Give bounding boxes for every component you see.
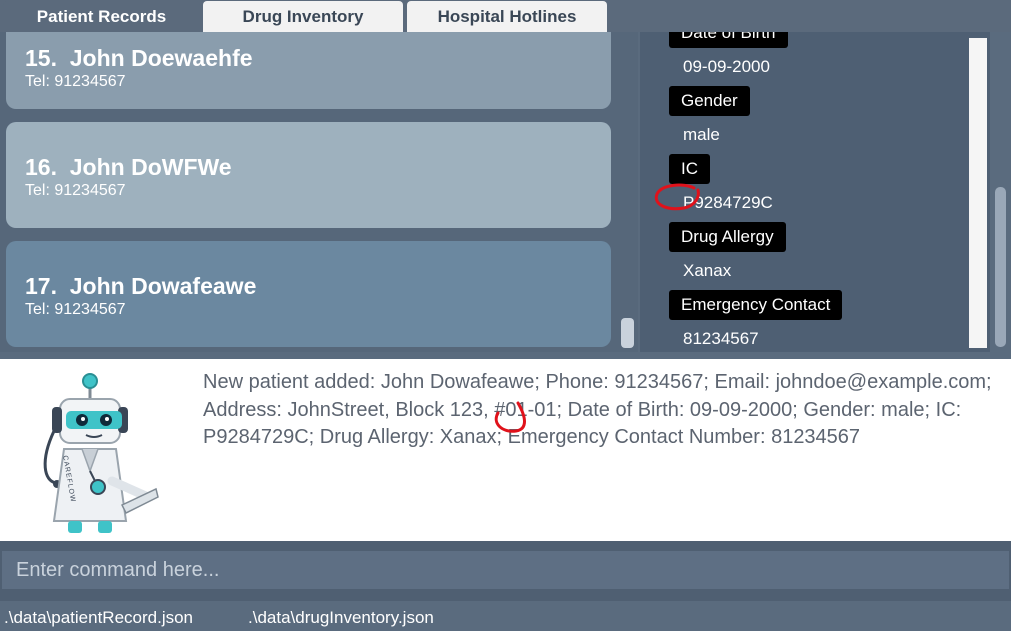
gender-tag: Gender — [669, 86, 750, 116]
patient-tel: Tel: 91234567 — [25, 73, 126, 90]
list-scrollbar[interactable] — [621, 318, 634, 348]
command-input[interactable] — [2, 551, 1009, 589]
patient-list[interactable]: 15. John Doewaehfe Tel: 91234567 16. Joh… — [0, 32, 638, 352]
patient-name: 16. John DoWFWe — [25, 154, 232, 180]
annotation-scribble-icon — [494, 401, 526, 433]
allergy-tag: Drug Allergy — [669, 222, 786, 252]
careflow-robot-icon — [43, 373, 159, 533]
annotation-circle-icon — [654, 183, 700, 211]
patient-name: 17. John Dowafeawe — [25, 273, 257, 299]
patient-card-16[interactable]: 16. John DoWFWe Tel: 91234567 — [6, 122, 611, 228]
tab-patient-records[interactable]: Patient Records — [3, 1, 200, 32]
patient-file-path: .\data\patientRecord.json — [4, 608, 194, 627]
emergency-value: 81234567 — [683, 329, 759, 348]
patient-tel: Tel: 91234567 — [25, 182, 126, 199]
emergency-tag: Emergency Contact — [669, 290, 843, 320]
command-box — [0, 541, 1011, 601]
tab-bar: Patient Records Drug Inventory Hospital … — [0, 0, 1011, 32]
gender-value: male — [683, 125, 720, 144]
drug-file-path: .\data\drugInventory.json — [248, 608, 434, 627]
dob-value: 09-09-2000 — [683, 57, 770, 76]
result-display: CAREFLOW New patient added: John Dowafea… — [0, 359, 1011, 541]
tab-hospital-hotlines[interactable]: Hospital Hotlines — [407, 1, 607, 32]
allergy-value: Xanax — [683, 261, 732, 280]
patient-name: 15. John Doewaehfe — [25, 45, 253, 71]
patient-tel: Tel: 91234567 — [25, 301, 126, 318]
tab-drug-inventory[interactable]: Drug Inventory — [203, 1, 403, 32]
dob-tag: Date of Birth — [669, 32, 788, 48]
detail-scrollbar-thumb[interactable] — [995, 187, 1006, 347]
patient-card-15[interactable]: 15. John Doewaehfe Tel: 91234567 — [6, 32, 611, 109]
patient-card-17[interactable]: 17. John Dowafeawe Tel: 91234567 — [6, 241, 611, 347]
result-message: New patient added: John Dowafeawe; Phone… — [203, 371, 992, 448]
detail-scrollbar-track[interactable] — [969, 38, 987, 348]
status-bar: .\data\patientRecord.json .\data\drugInv… — [0, 601, 1011, 631]
